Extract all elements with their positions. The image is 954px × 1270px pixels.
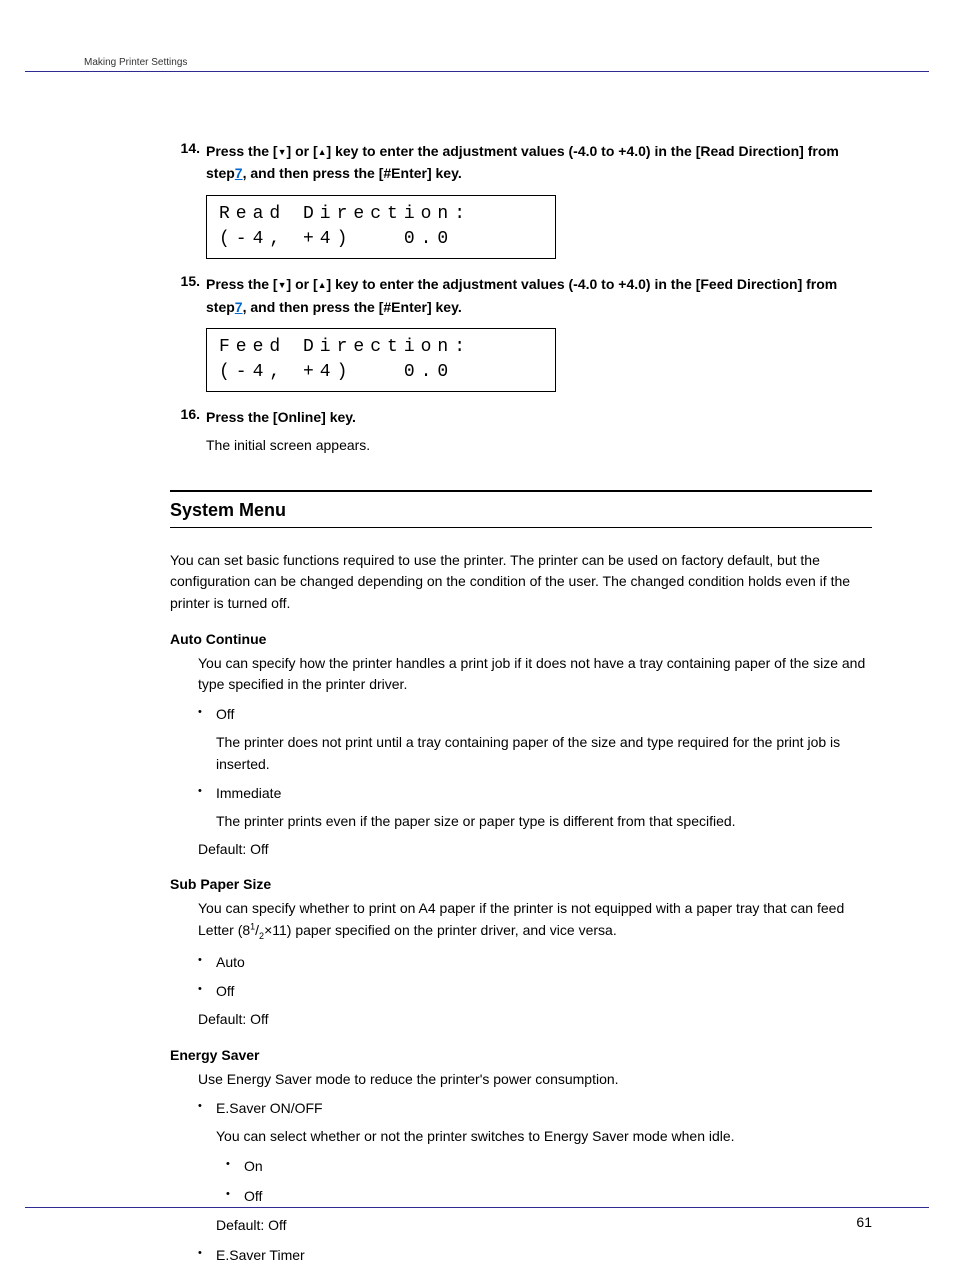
step-number: 16. xyxy=(170,406,206,428)
step-link-7[interactable]: 7 xyxy=(235,165,243,181)
lcd-display: Read Direction: (-4, +4) 0.0 xyxy=(206,195,556,259)
header-breadcrumb: Making Printer Settings xyxy=(84,57,187,68)
step-text: Press the [▼] or [▲] key to enter the ad… xyxy=(206,140,872,185)
step-sub-text: The initial screen appears. xyxy=(206,435,872,456)
down-triangle-icon: ▼ xyxy=(278,280,287,290)
bullet-auto: • Auto xyxy=(198,952,872,974)
term-auto-continue: Auto Continue xyxy=(170,631,872,647)
bullet-off: • Off xyxy=(198,981,872,1003)
default-value: Default: Off xyxy=(198,839,872,861)
bullet-icon: • xyxy=(198,1245,216,1267)
bullet-desc: The printer prints even if the paper siz… xyxy=(216,811,872,833)
up-triangle-icon: ▲ xyxy=(318,280,327,290)
step-number: 15. xyxy=(170,273,206,318)
term-desc: You can specify how the printer handles … xyxy=(198,653,872,696)
bullet-esaver-timer: • E.Saver Timer xyxy=(198,1245,872,1267)
page-number: 61 xyxy=(856,1214,872,1230)
step-link-7[interactable]: 7 xyxy=(235,299,243,315)
bullet-icon: • xyxy=(198,952,216,974)
bullet-desc: You can select whether or not the printe… xyxy=(216,1126,872,1148)
bullet-icon: • xyxy=(226,1186,244,1208)
bullet-desc: The printer does not print until a tray … xyxy=(216,732,872,775)
lcd-display: Feed Direction: (-4, +4) 0.0 xyxy=(206,328,556,392)
bullet-icon: • xyxy=(198,981,216,1003)
bullet-esaver-onoff: • E.Saver ON/OFF xyxy=(198,1098,872,1120)
section-intro: You can set basic functions required to … xyxy=(170,550,872,615)
down-triangle-icon: ▼ xyxy=(278,147,287,157)
bullet-icon: • xyxy=(198,704,216,726)
bullet-icon: • xyxy=(198,1098,216,1120)
step-text: Press the [Online] key. xyxy=(206,406,872,428)
nested-default: Default: Off xyxy=(216,1215,872,1237)
nested-bullet-off: • Off xyxy=(226,1186,872,1208)
default-value: Default: Off xyxy=(198,1009,872,1031)
step-15: 15. Press the [▼] or [▲] key to enter th… xyxy=(170,273,872,318)
term-sub-paper-size: Sub Paper Size xyxy=(170,876,872,892)
up-triangle-icon: ▲ xyxy=(318,147,327,157)
term-energy-saver: Energy Saver xyxy=(170,1047,872,1063)
term-desc: You can specify whether to print on A4 p… xyxy=(198,898,872,943)
term-desc: Use Energy Saver mode to reduce the prin… xyxy=(198,1069,872,1091)
bullet-off: • Off xyxy=(198,704,872,726)
bullet-icon: • xyxy=(198,783,216,805)
section-heading: System Menu xyxy=(170,490,872,528)
footer-rule xyxy=(25,1207,929,1208)
step-16: 16. Press the [Online] key. xyxy=(170,406,872,428)
step-number: 14. xyxy=(170,140,206,185)
step-14: 14. Press the [▼] or [▲] key to enter th… xyxy=(170,140,872,185)
bullet-immediate: • Immediate xyxy=(198,783,872,805)
step-text: Press the [▼] or [▲] key to enter the ad… xyxy=(206,273,872,318)
bullet-icon: • xyxy=(226,1156,244,1178)
header-rule xyxy=(25,71,929,72)
nested-bullet-on: • On xyxy=(226,1156,872,1178)
